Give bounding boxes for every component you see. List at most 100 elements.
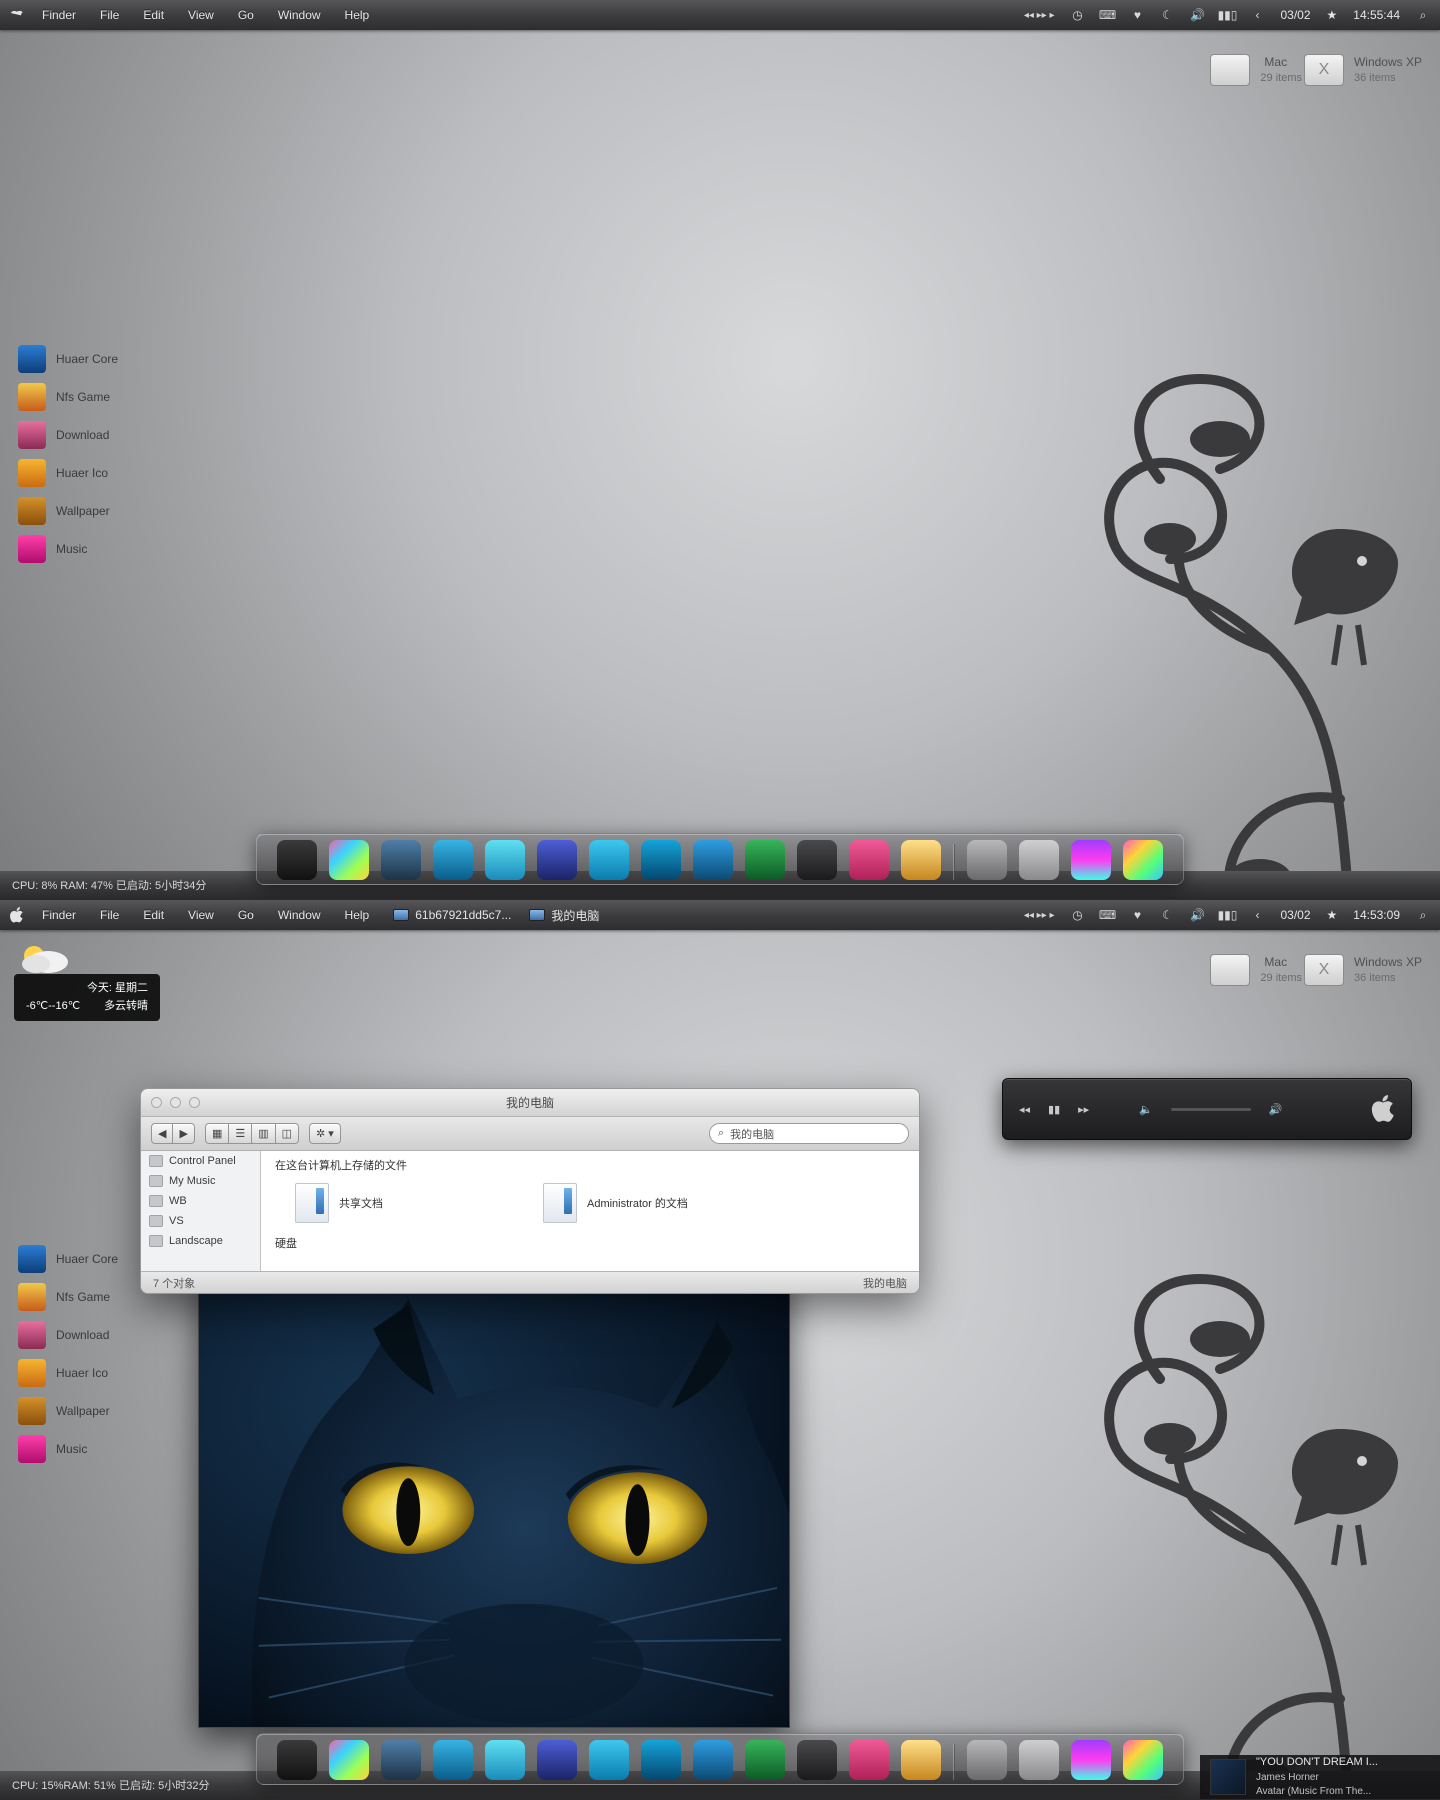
clock-icon[interactable]: ◷ [1070,8,1084,22]
stack-item[interactable]: Wallpaper [18,1392,118,1430]
image-viewer[interactable] [198,1268,790,1728]
menu-go[interactable]: Go [238,908,254,922]
dock-app-icon[interactable] [797,1740,837,1780]
apple-logo-icon[interactable] [10,907,24,923]
sidebar-item[interactable]: WB [141,1191,260,1211]
dock-app-icon[interactable] [537,1740,577,1780]
view-coverflow-button[interactable]: ◫ [275,1123,299,1144]
view-icon-button[interactable]: ▦ [205,1123,228,1144]
moon-icon[interactable]: ☾ [1160,8,1174,22]
apple-logo-icon[interactable] [10,7,24,23]
volume-slider[interactable] [1171,1108,1251,1111]
dock-app-icon[interactable] [329,840,369,880]
dock-app-icon[interactable] [589,840,629,880]
chevron-left-icon[interactable]: ‹ [1250,908,1264,922]
search-icon[interactable]: ⌕ [1416,908,1430,922]
window-controls[interactable] [151,1097,200,1108]
media-prev-icon[interactable]: ◂◂ [1019,1103,1030,1116]
volume-icon[interactable]: 🔊 [1190,908,1204,922]
chevron-left-icon[interactable]: ‹ [1250,8,1264,22]
dock-app-icon[interactable] [381,840,421,880]
dock-app-icon[interactable] [849,1740,889,1780]
stack-item[interactable]: Wallpaper [18,492,118,530]
stack-item[interactable]: Download [18,416,118,454]
clock-icon[interactable]: ◷ [1070,908,1084,922]
menu-view[interactable]: View [188,8,214,22]
media-vol-down-icon[interactable]: 🔈 [1139,1103,1153,1116]
drive-mac[interactable]: Mac 29 items [1210,54,1302,86]
drive-xp[interactable]: X Windows XP 36 items [1304,954,1422,986]
media-controls[interactable]: ◂◂ ▸▸ ▸ [1024,10,1055,21]
taskbar-item-b[interactable]: 我的电脑 [529,907,599,924]
dock-app-icon[interactable] [901,1740,941,1780]
weather-widget[interactable]: 今天: 星期二 -6℃--16℃ 多云转晴 [14,940,160,1021]
signal-icon[interactable]: ▮▮▯ [1220,8,1234,22]
now-playing[interactable]: "YOU DON'T DREAM I... James Horner Avata… [1200,1755,1440,1799]
heart-icon[interactable]: ♥ [1130,8,1144,22]
media-pause-icon[interactable]: ▮▮ [1048,1103,1060,1116]
stack-item[interactable]: Nfs Game [18,1278,118,1316]
dock-app-icon[interactable] [589,1740,629,1780]
dock-app-icon[interactable] [1019,1740,1059,1780]
dock-app-icon[interactable] [1071,840,1111,880]
moon-icon[interactable]: ☾ [1160,908,1174,922]
nav-buttons[interactable]: ◀▶ [151,1123,195,1144]
keyboard-icon[interactable]: ⌨ [1100,8,1114,22]
dock-app-icon[interactable] [967,840,1007,880]
menu-view[interactable]: View [188,908,214,922]
menu-file[interactable]: File [100,8,119,22]
dock-app-icon[interactable] [277,1740,317,1780]
close-icon[interactable] [151,1097,162,1108]
drive-mac[interactable]: Mac 29 items [1210,954,1302,986]
dock-app-icon[interactable] [1019,840,1059,880]
dock-app-icon[interactable] [1123,1740,1163,1780]
menu-edit[interactable]: Edit [143,8,164,22]
heart-icon[interactable]: ♥ [1130,908,1144,922]
minimize-icon[interactable] [170,1097,181,1108]
drive-xp[interactable]: X Windows XP 36 items [1304,54,1422,86]
sidebar-item[interactable]: Control Panel [141,1151,260,1171]
zoom-icon[interactable] [189,1097,200,1108]
menu-go[interactable]: Go [238,8,254,22]
menu-finder[interactable]: Finder [42,8,76,22]
media-vol-up-icon[interactable]: 🔊 [1269,1103,1283,1116]
back-button[interactable]: ◀ [151,1123,172,1144]
dock-app-icon[interactable] [797,840,837,880]
dock-app-icon[interactable] [641,840,681,880]
dock-app-icon[interactable] [745,1740,785,1780]
stack-item[interactable]: Huaer Ico [18,1354,118,1392]
search-icon[interactable]: ⌕ [1416,8,1430,22]
menu-help[interactable]: Help [345,908,370,922]
dock-app-icon[interactable] [1071,1740,1111,1780]
dock-app-icon[interactable] [433,840,473,880]
dock-app-icon[interactable] [849,840,889,880]
dock-app-icon[interactable] [745,840,785,880]
media-next-icon[interactable]: ▸▸ [1078,1103,1089,1116]
menu-window[interactable]: Window [278,908,321,922]
view-list-button[interactable]: ☰ [228,1123,251,1144]
dock-app-icon[interactable] [433,1740,473,1780]
keyboard-icon[interactable]: ⌨ [1100,908,1114,922]
dock-app-icon[interactable] [693,1740,733,1780]
dock-app-icon[interactable] [485,1740,525,1780]
volume-icon[interactable]: 🔊 [1190,8,1204,22]
media-controls[interactable]: ◂◂ ▸▸ ▸ [1024,910,1055,921]
stack-item[interactable]: Huaer Ico [18,454,118,492]
media-player-bar[interactable]: ◂◂ ▮▮ ▸▸ 🔈 🔊 [1002,1078,1412,1140]
dock-app-icon[interactable] [485,840,525,880]
dock-app-icon[interactable] [277,840,317,880]
folder-shared[interactable]: 共享文档 [295,1183,383,1223]
taskbar-item-a[interactable]: 61b67921dd5c7... [393,908,511,922]
view-column-button[interactable]: ▥ [251,1123,274,1144]
dock-app-icon[interactable] [1123,840,1163,880]
dock-app-icon[interactable] [901,840,941,880]
view-buttons[interactable]: ▦ ☰ ▥ ◫ [205,1123,299,1144]
stack-item[interactable]: Huaer Core [18,340,118,378]
finder-titlebar[interactable]: 我的电脑 [141,1089,919,1117]
sidebar-item[interactable]: VS [141,1211,260,1231]
menu-finder[interactable]: Finder [42,908,76,922]
dock-app-icon[interactable] [641,1740,681,1780]
dock-app-icon[interactable] [537,840,577,880]
dock-app-icon[interactable] [693,840,733,880]
forward-button[interactable]: ▶ [172,1123,194,1144]
